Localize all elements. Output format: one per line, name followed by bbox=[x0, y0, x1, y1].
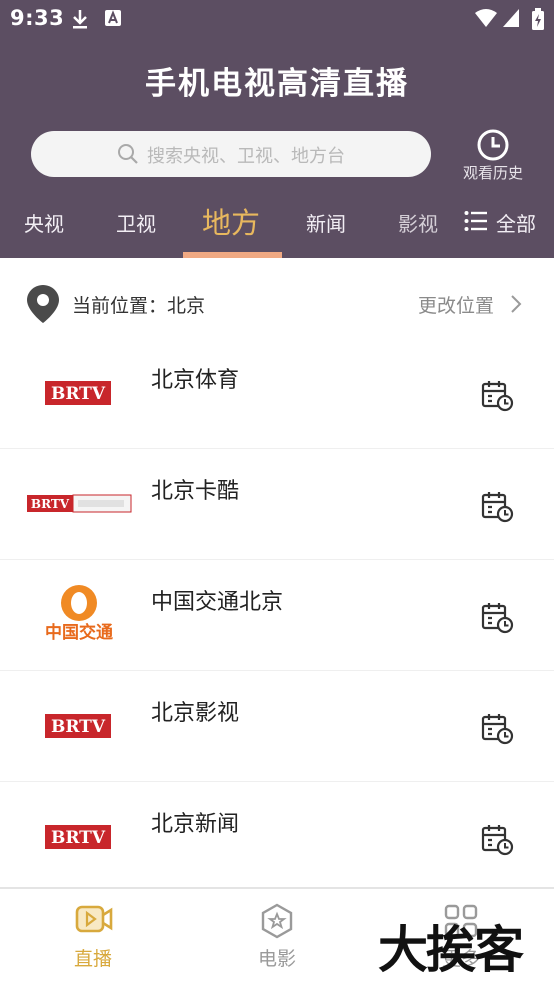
channel-row[interactable]: BRTV 北京新闻 bbox=[0, 782, 554, 893]
brtv-logo: BRTV bbox=[45, 825, 111, 849]
nav-movie-label: 电影 bbox=[257, 948, 296, 970]
brtv-logo: BRTV bbox=[45, 381, 111, 405]
channel-row[interactable]: BRTV 北京体育 bbox=[0, 338, 554, 449]
tab-news[interactable]: 新闻 bbox=[306, 208, 346, 237]
search-placeholder: 搜索央视、卫视、地方台 bbox=[147, 146, 345, 167]
clock-icon bbox=[477, 129, 509, 161]
status-bar: 9:33 bbox=[0, 0, 554, 38]
brtv-logo-text: BRTV bbox=[31, 497, 70, 511]
chevron-right-icon[interactable] bbox=[510, 294, 522, 314]
tab-satellite[interactable]: 卫视 bbox=[116, 208, 156, 237]
tab-cctv[interactable]: 央视 bbox=[24, 208, 64, 237]
watch-history-label: 观看历史 bbox=[462, 164, 523, 182]
nav-live-label: 直播 bbox=[73, 948, 112, 970]
download-icon bbox=[73, 10, 87, 29]
schedule-icon[interactable] bbox=[480, 822, 516, 858]
channel-name: 北京新闻 bbox=[151, 812, 240, 837]
movie-icon bbox=[261, 903, 293, 939]
search-input[interactable]: 搜索央视、卫视、地方台 bbox=[31, 131, 431, 177]
channel-row[interactable]: BRTV 北京卡酷 bbox=[0, 449, 554, 560]
schedule-icon[interactable] bbox=[480, 489, 516, 525]
china-traffic-logo: 中国交通 bbox=[45, 585, 113, 642]
all-categories-label: 全部 bbox=[496, 212, 536, 236]
schedule-icon[interactable] bbox=[480, 600, 516, 636]
watch-history-button[interactable]: 观看历史 bbox=[458, 126, 528, 184]
live-video-icon bbox=[75, 905, 113, 933]
header: 9:33 手机电视高清直播 搜索央视、卫视、地方台 观看历史 央视 卫视 地方 … bbox=[0, 0, 554, 258]
app-title: 手机电视高清直播 bbox=[145, 66, 409, 102]
search-icon bbox=[118, 144, 138, 164]
schedule-icon[interactable] bbox=[480, 711, 516, 747]
tab-local[interactable]: 地方 bbox=[202, 200, 260, 242]
location-bar: 当前位置：北京 更改位置 bbox=[0, 258, 554, 340]
location-pin-icon bbox=[27, 285, 59, 323]
nav-live[interactable]: 直播 bbox=[38, 889, 148, 984]
brtv-kaku-logo: BRTV bbox=[27, 494, 132, 513]
brtv-logo-text: BRTV bbox=[51, 717, 106, 737]
wifi-icon bbox=[475, 9, 497, 27]
schedule-icon[interactable] bbox=[480, 378, 516, 414]
category-tabs: 央视 卫视 地方 新闻 影视 全部 bbox=[0, 198, 554, 258]
all-categories-button[interactable]: 全部 bbox=[464, 207, 544, 237]
brtv-logo-text: BRTV bbox=[51, 384, 106, 404]
notification-a-icon bbox=[105, 10, 121, 26]
watermark: 大挨客 bbox=[378, 920, 524, 979]
signal-icon bbox=[503, 9, 519, 27]
change-location-button[interactable]: 更改位置 bbox=[418, 291, 494, 318]
brtv-logo: BRTV bbox=[45, 714, 111, 738]
channel-row[interactable]: BRTV 北京影视 bbox=[0, 671, 554, 782]
status-time: 9:33 bbox=[10, 6, 65, 30]
channel-name: 北京体育 bbox=[151, 368, 240, 393]
channel-name: 北京卡酷 bbox=[151, 479, 240, 504]
channel-name: 中国交通北京 bbox=[151, 590, 284, 615]
tab-film[interactable]: 影视 bbox=[398, 208, 438, 237]
battery-icon bbox=[532, 8, 544, 30]
list-icon bbox=[464, 211, 487, 231]
channel-name: 北京影视 bbox=[151, 701, 240, 726]
current-location: 当前位置：北京 bbox=[72, 295, 206, 317]
nav-movie[interactable]: 电影 bbox=[222, 889, 332, 984]
brtv-logo-text: BRTV bbox=[51, 828, 106, 848]
china-traffic-logo-text: 中国交通 bbox=[45, 622, 113, 642]
channel-row[interactable]: 中国交通 中国交通北京 bbox=[0, 560, 554, 671]
